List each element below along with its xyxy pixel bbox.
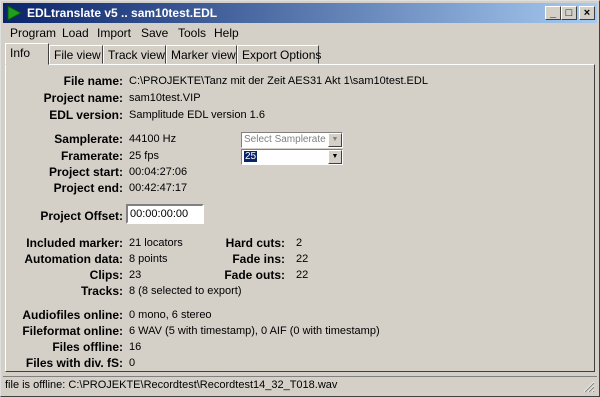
file-name-label: File name: [63, 74, 123, 88]
resize-grip-icon[interactable] [583, 381, 595, 393]
app-window: EDLtranslate v5 .. sam10test.EDL _ □ × P… [0, 0, 600, 397]
fileformat-online-label: Fileformat online: [22, 324, 123, 338]
tracks-label: Tracks: [80, 284, 123, 298]
included-marker-label: Included marker: [26, 236, 123, 250]
audiofiles-online-label: Audiofiles online: [22, 308, 123, 322]
project-end-label: Project end: [53, 181, 123, 195]
project-start-value: 00:04:27:06 [129, 166, 188, 178]
files-div-fs-label: Files with div. fS: [25, 356, 123, 370]
project-name-label: Project name: [43, 91, 123, 105]
framerate-select[interactable]: 25 ▼ [241, 149, 343, 165]
hard-cuts-label: Hard cuts: [225, 236, 285, 250]
menu-load[interactable]: Load [62, 26, 89, 40]
menu-bar: Program Load Import Save Tools Help [3, 24, 597, 42]
tab-track-view[interactable]: Track view [103, 45, 166, 64]
fade-ins-label: Fade ins: [232, 252, 285, 266]
project-offset-input[interactable] [126, 204, 204, 224]
maximize-button[interactable]: □ [561, 6, 577, 20]
menu-import[interactable]: Import [97, 26, 131, 40]
window-title: EDLtranslate v5 .. sam10test.EDL [27, 6, 218, 20]
tab-marker-view[interactable]: Marker view [166, 45, 237, 64]
edl-version-label: EDL version: [49, 108, 123, 122]
app-play-icon [7, 5, 22, 21]
close-button[interactable]: × [579, 6, 595, 20]
edl-version-value: Samplitude EDL version 1.6 [129, 109, 265, 121]
menu-tools[interactable]: Tools [178, 26, 206, 40]
hard-cuts-value: 2 [296, 237, 303, 249]
clips-value: 23 [129, 269, 142, 281]
files-div-fs-value: 0 [129, 357, 136, 369]
title-bar[interactable]: EDLtranslate v5 .. sam10test.EDL _ □ × [3, 3, 597, 23]
framerate-select-text: 25 [244, 151, 258, 162]
status-text: file is offline: C:\PROJEKTE\Recordtest\… [5, 379, 338, 391]
samplerate-label: Samplerate: [54, 132, 123, 146]
tab-file-view[interactable]: File view [49, 45, 103, 64]
project-end-value: 00:42:47:17 [129, 182, 188, 194]
automation-data-label: Automation data: [24, 252, 123, 266]
fileformat-online-value: 6 WAV (5 with timestamp), 0 AIF (0 with … [129, 325, 380, 337]
automation-data-value: 8 points [129, 253, 168, 265]
files-offline-label: Files offline: [52, 340, 123, 354]
samplerate-select-text: Select Samplerate [244, 134, 326, 145]
tracks-value: 8 (8 selected to export) [129, 285, 242, 297]
menu-program[interactable]: Program [10, 26, 56, 40]
samplerate-value: 44100 Hz [129, 133, 177, 145]
menu-save[interactable]: Save [141, 26, 168, 40]
clips-label: Clips: [89, 268, 123, 282]
fade-ins-value: 22 [296, 253, 309, 265]
chevron-down-icon[interactable]: ▼ [328, 150, 342, 164]
chevron-down-icon[interactable]: ▼ [328, 133, 342, 147]
framerate-value: 25 fps [129, 150, 159, 162]
tab-info[interactable]: Info [5, 43, 49, 65]
minimize-button[interactable]: _ [545, 6, 561, 20]
project-start-label: Project start: [48, 165, 123, 179]
status-bar: file is offline: C:\PROJEKTE\Recordtest\… [3, 376, 597, 395]
file-name-value: C:\PROJEKTE\Tanz mit der Zeit AES31 Akt … [129, 75, 428, 87]
tab-export-options[interactable]: Export Options [237, 45, 321, 64]
framerate-label: Framerate: [60, 149, 123, 163]
fade-outs-label: Fade outs: [224, 268, 285, 282]
included-marker-value: 21 locators [129, 237, 183, 249]
samplerate-select[interactable]: Select Samplerate ▼ [241, 132, 343, 148]
project-offset-label: Project Offset: [40, 209, 123, 223]
fade-outs-value: 22 [296, 269, 309, 281]
menu-help[interactable]: Help [214, 26, 239, 40]
audiofiles-online-value: 0 mono, 6 stereo [129, 309, 212, 321]
files-offline-value: 16 [129, 341, 142, 353]
project-name-value: sam10test.VIP [129, 92, 201, 104]
